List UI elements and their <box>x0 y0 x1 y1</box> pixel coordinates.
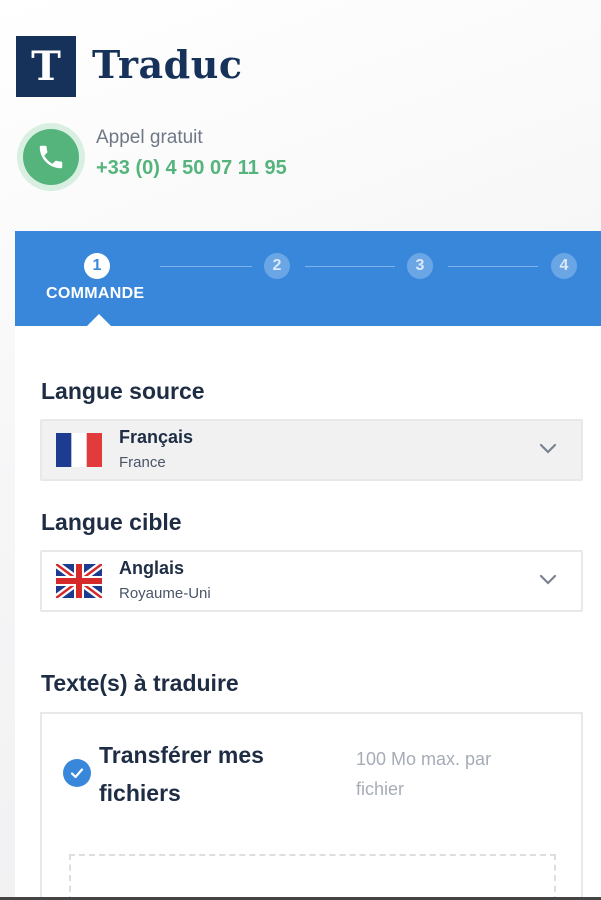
source-language-select[interactable]: Français France <box>40 419 583 481</box>
phone-button[interactable] <box>17 123 85 191</box>
logo-letter: T <box>31 43 61 90</box>
upload-files-option[interactable]: Transférer mes fichiers 100 Mo max. par … <box>40 712 583 900</box>
source-language-country: France <box>119 454 166 471</box>
target-language-title: Langue cible <box>41 509 182 535</box>
step-connector <box>305 266 395 267</box>
step-1-label: COMMANDE <box>46 285 145 302</box>
step-2: 2 <box>264 253 290 279</box>
source-language-name: Français <box>119 427 194 447</box>
phone-icon <box>23 129 79 185</box>
phone-label: Appel gratuit <box>96 127 203 148</box>
step-connector <box>160 266 252 267</box>
step-4: 4 <box>551 253 577 279</box>
step-1: 1 <box>84 253 110 279</box>
active-step-pointer <box>87 314 111 326</box>
chevron-down-icon <box>539 443 557 454</box>
check-icon[interactable] <box>63 759 91 787</box>
phone-number-link[interactable]: +33 (0) 4 50 07 11 95 <box>96 157 287 180</box>
source-language-title: Langue source <box>41 378 205 404</box>
uk-flag-icon <box>56 564 102 598</box>
target-language-country: Royaume-Uni <box>119 585 211 602</box>
file-dropzone[interactable] <box>69 854 556 900</box>
logo-mark[interactable]: T <box>16 36 76 97</box>
step-connector <box>448 266 538 267</box>
france-flag-icon <box>56 433 102 467</box>
brand-name[interactable]: Traduc <box>92 42 243 87</box>
order-form: Langue source Français France Langue cib… <box>15 326 601 900</box>
step-3: 3 <box>407 253 433 279</box>
upload-files-label: Transférer mes fichiers <box>99 742 264 806</box>
order-stepper: 1 2 3 4 COMMANDE <box>15 231 601 326</box>
target-language-name: Anglais <box>119 558 185 578</box>
chevron-down-icon <box>539 574 557 585</box>
texts-title: Texte(s) à traduire <box>41 670 239 696</box>
target-language-select[interactable]: Anglais Royaume-Uni <box>40 550 583 612</box>
upload-size-hint: 100 Mo max. par fichier <box>356 749 492 799</box>
